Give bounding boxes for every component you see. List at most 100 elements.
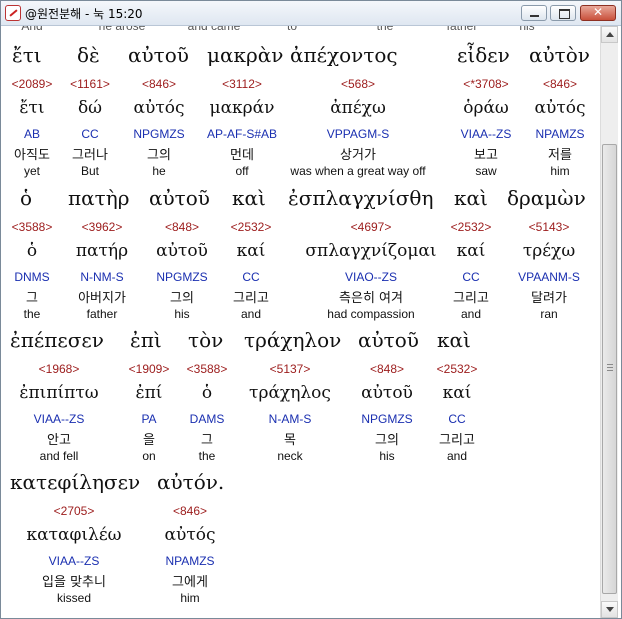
english-gloss: his xyxy=(174,307,190,321)
greek-word: ἔτι xyxy=(12,43,42,67)
parse-code: VPAANM-S xyxy=(518,270,580,284)
parse-code: DNMS xyxy=(14,270,50,284)
english-gloss: him xyxy=(550,164,570,178)
strong-number[interactable]: <568> xyxy=(341,77,375,91)
lemma: ὁράω xyxy=(463,98,509,118)
korean-gloss: 그의 xyxy=(147,148,171,163)
parse-code: AB xyxy=(23,127,41,141)
parse-code: AP-AF-S#AB xyxy=(206,127,278,141)
interlinear-view[interactable]: And he arose and came to the father his ἔτι δὲ αὐ… xyxy=(2,26,600,618)
close-icon: ✕ xyxy=(592,5,604,19)
lemma: αὐτός xyxy=(534,98,586,118)
greek-word: πατὴρ xyxy=(68,186,130,210)
parse-code: NPGMZS xyxy=(133,127,185,141)
english-gloss: the xyxy=(198,449,216,463)
parse-code: CC xyxy=(448,412,466,426)
lemma: αὐτοῦ xyxy=(156,241,208,261)
strong-number[interactable]: <5137> xyxy=(270,362,311,376)
strong-number[interactable]: <1909> xyxy=(129,362,170,376)
strong-number[interactable]: <846> xyxy=(173,504,207,518)
strong-number[interactable]: <1968> xyxy=(39,362,80,376)
strong-number[interactable]: <2532> xyxy=(231,220,272,234)
strong-number[interactable]: <5143> xyxy=(529,220,570,234)
english-gloss: father xyxy=(86,307,118,321)
strong-number[interactable]: <3588> xyxy=(187,362,228,376)
strong-number[interactable]: <2089> xyxy=(12,77,53,91)
app-icon[interactable] xyxy=(5,5,21,21)
korean-gloss: 그에게 xyxy=(172,575,208,590)
grip-line xyxy=(607,367,613,368)
english-gloss: he xyxy=(152,164,166,178)
greek-word: ἀπέχοντος xyxy=(290,43,398,67)
greek-word: δὲ xyxy=(77,43,100,67)
korean-gloss: 저를 xyxy=(548,148,572,163)
strong-number[interactable]: <*3708> xyxy=(463,77,508,91)
cut-off-gloss: he arose xyxy=(98,26,146,33)
strong-number[interactable]: <2705> xyxy=(54,504,95,518)
cut-off-gloss: his xyxy=(519,26,535,33)
vertical-scrollbar[interactable] xyxy=(600,26,618,618)
english-gloss: on xyxy=(142,449,156,463)
parse-code: VIAA--ZS xyxy=(460,127,512,141)
korean-gloss: 아버지가 xyxy=(78,291,126,306)
korean-gloss: 그리고 xyxy=(439,433,475,448)
strong-number[interactable]: <846> xyxy=(142,77,176,91)
parse-code: CC xyxy=(242,270,260,284)
greek-word: καὶ xyxy=(232,186,266,210)
strong-number[interactable]: <846> xyxy=(543,77,577,91)
parse-code: VIAO--ZS xyxy=(344,270,398,284)
parse-code: PA xyxy=(141,412,157,426)
greek-word: αὐτόν. xyxy=(157,470,225,494)
window-title: @원전분해 - 눅 15:20 xyxy=(25,7,143,21)
greek-word: αὐτοῦ xyxy=(149,186,210,210)
cut-off-gloss: the xyxy=(376,26,394,33)
parse-code: N-AM-S xyxy=(268,412,312,426)
greek-word: μακρὰν xyxy=(207,43,284,67)
title-bar[interactable]: @원전분해 - 눅 15:20 ✕ xyxy=(1,1,621,26)
strong-number[interactable]: <848> xyxy=(370,362,404,376)
grip-line xyxy=(607,364,613,365)
cut-off-gloss: And xyxy=(21,26,43,33)
strong-number[interactable]: <1161> xyxy=(70,77,110,91)
parse-code: NPAMZS xyxy=(165,554,215,568)
lemma: τράχηλος xyxy=(249,383,331,403)
maximize-icon xyxy=(559,9,570,19)
english-gloss: kissed xyxy=(56,591,92,605)
parse-code: VIAA--ZS xyxy=(33,412,85,426)
lemma: καταφιλέω xyxy=(26,525,122,545)
lemma: αὐτός xyxy=(164,525,216,545)
lemma: ὁ xyxy=(201,383,213,403)
korean-gloss: 그의 xyxy=(170,291,194,306)
parse-code: VPPAGM-S xyxy=(326,127,390,141)
scroll-thumb[interactable] xyxy=(602,144,617,594)
strong-number[interactable]: <3588> xyxy=(12,220,53,234)
english-gloss: ran xyxy=(540,307,558,321)
minimize-button[interactable] xyxy=(521,5,547,21)
english-gloss: and xyxy=(240,307,262,321)
scroll-down-button[interactable] xyxy=(601,601,618,618)
strong-number[interactable]: <4697> xyxy=(351,220,392,234)
scroll-up-button[interactable] xyxy=(601,26,618,43)
strong-number[interactable]: <3962> xyxy=(82,220,123,234)
maximize-button[interactable] xyxy=(550,5,576,21)
lemma: αὐτοῦ xyxy=(361,383,413,403)
english-gloss: him xyxy=(180,591,200,605)
korean-gloss: 그리고 xyxy=(233,291,269,306)
strong-number[interactable]: <2532> xyxy=(437,362,478,376)
lemma: καί xyxy=(442,383,472,403)
korean-gloss: 보고 xyxy=(474,148,498,163)
strong-number[interactable]: <848> xyxy=(165,220,199,234)
close-button[interactable]: ✕ xyxy=(580,5,616,21)
korean-gloss: 그의 xyxy=(375,433,399,448)
english-gloss: the xyxy=(23,307,41,321)
korean-gloss: 달려가 xyxy=(531,291,567,306)
strong-number[interactable]: <2532> xyxy=(451,220,492,234)
greek-word: καὶ xyxy=(437,328,471,352)
lemma: αὐτός xyxy=(133,98,185,118)
strong-number[interactable]: <3112> xyxy=(222,77,262,91)
lemma: πατήρ xyxy=(75,241,129,261)
english-gloss: and xyxy=(446,449,468,463)
english-gloss: had compassion xyxy=(327,307,415,321)
greek-word: αὐτοῦ xyxy=(358,328,419,352)
korean-gloss: 을 xyxy=(143,433,155,448)
